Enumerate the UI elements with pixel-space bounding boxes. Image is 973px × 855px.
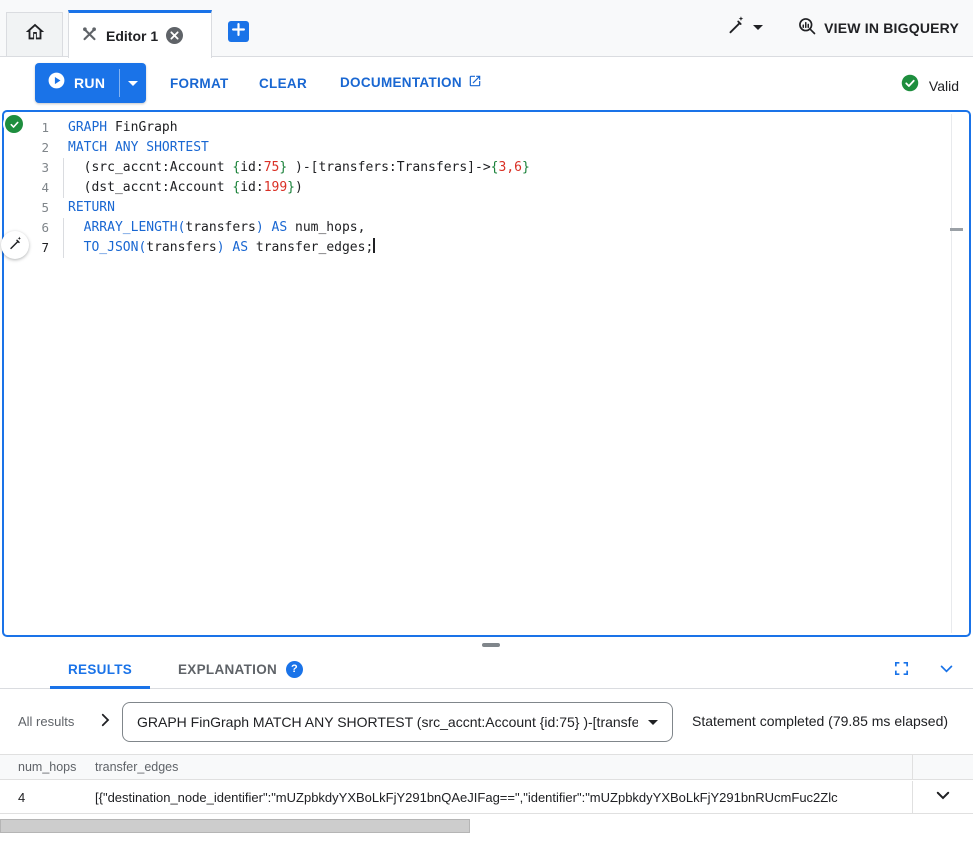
format-button[interactable]: FORMAT	[170, 76, 229, 91]
tab-editor-label: Editor 1	[106, 28, 158, 44]
documentation-label: DOCUMENTATION	[340, 75, 462, 90]
chevron-down-icon	[938, 660, 955, 680]
query-valid-check-icon	[3, 113, 25, 135]
all-results-label: All results	[18, 714, 74, 729]
spanner-studio-app: Editor 1	[0, 0, 973, 855]
home-tab-button[interactable]	[6, 12, 63, 57]
open-in-new-icon	[468, 74, 482, 91]
code-line[interactable]: TO_JSON(transfers) AS transfer_edges;	[62, 238, 969, 258]
home-icon	[24, 21, 46, 48]
results-toolbar: All results GRAPH FinGraph MATCH ANY SHO…	[0, 689, 973, 755]
gemini-edit-button[interactable]	[1, 231, 29, 259]
fullscreen-button[interactable]	[891, 658, 912, 682]
tab-explanation-label: EXPLANATION	[178, 662, 277, 677]
column-header-transfer-edges: transfer_edges	[95, 760, 912, 774]
editor-scrollbar[interactable]	[951, 114, 952, 633]
valid-label: Valid	[929, 78, 959, 94]
cell-num-hops: 4	[0, 790, 95, 805]
help-icon[interactable]: ?	[286, 661, 303, 678]
editor-toolbar: RUN FORMAT CLEAR DOCUMENTATION Valid	[0, 58, 973, 110]
query-insights-icon	[797, 16, 817, 39]
code-line[interactable]: RETURN	[62, 198, 969, 218]
results-panel-actions	[891, 658, 957, 682]
statement-status-text: Statement completed (79.85 ms elapsed)	[692, 713, 948, 729]
cell-transfer-edges: [{"destination_node_identifier":"mUZpbkd…	[95, 790, 912, 805]
tab-explanation[interactable]: EXPLANATION ?	[160, 650, 321, 688]
magic-wand-icon	[7, 235, 23, 256]
code-editor[interactable]: 1234567 GRAPH FinGraphMATCH ANY SHORTEST…	[2, 110, 971, 637]
chevron-down-icon	[648, 720, 658, 725]
run-options-dropdown[interactable]	[120, 63, 146, 103]
code-line[interactable]: (dst_accnt:Account {id:199})	[62, 178, 969, 198]
code-line[interactable]: GRAPH FinGraph	[62, 118, 969, 138]
collapse-panel-button[interactable]	[936, 658, 957, 682]
tab-results-label: RESULTS	[68, 662, 132, 677]
run-button[interactable]: RUN	[35, 63, 146, 103]
check-circle-icon	[901, 74, 919, 97]
chevron-down-icon	[753, 25, 763, 30]
gemini-assist-menu[interactable]	[724, 14, 763, 41]
tabstrip-actions: VIEW IN BIGQUERY	[724, 14, 959, 41]
expand-row-button[interactable]	[912, 781, 973, 813]
chevron-right-icon[interactable]	[96, 711, 114, 734]
code-line[interactable]: (src_accnt:Account {id:75} )-[transfers:…	[62, 158, 969, 178]
horizontal-scrollbar[interactable]	[0, 818, 973, 834]
view-in-bigquery-label: VIEW IN BIGQUERY	[824, 20, 959, 36]
line-number: 3	[4, 158, 62, 178]
results-tabbar: RESULTS EXPLANATION ?	[0, 650, 973, 689]
statement-select-dropdown[interactable]: GRAPH FinGraph MATCH ANY SHORTEST (src_a…	[122, 702, 673, 742]
play-icon	[47, 71, 66, 95]
run-label: RUN	[74, 75, 105, 91]
view-in-bigquery-button[interactable]: VIEW IN BIGQUERY	[797, 16, 959, 39]
tab-editor-1[interactable]: Editor 1	[68, 10, 212, 58]
close-tab-icon[interactable]	[166, 27, 183, 44]
code-line[interactable]: MATCH ANY SHORTEST	[62, 138, 969, 158]
validation-status: Valid	[901, 74, 959, 97]
chevron-down-icon	[128, 81, 138, 86]
column-header-num-hops: num_hops	[0, 760, 95, 774]
table-row[interactable]: 4 [{"destination_node_identifier":"mUZpb…	[0, 781, 973, 814]
line-number: 5	[4, 198, 62, 218]
editor-scrollbar-marker	[950, 228, 963, 231]
tab-strip: Editor 1	[0, 0, 973, 57]
fullscreen-icon	[893, 660, 910, 680]
header-end-cell	[912, 755, 973, 779]
code-line[interactable]: ARRAY_LENGTH(transfers) AS num_hops,	[62, 218, 969, 238]
line-number: 2	[4, 138, 62, 158]
text-cursor	[373, 238, 375, 253]
code-lines[interactable]: GRAPH FinGraphMATCH ANY SHORTEST (src_ac…	[62, 112, 969, 635]
drag-handle[interactable]	[482, 643, 500, 647]
construction-icon	[81, 25, 98, 47]
scrollbar-thumb[interactable]	[0, 819, 470, 833]
magic-wand-icon	[724, 14, 746, 41]
gutter-numbers: 1234567	[4, 112, 62, 635]
chevron-down-icon	[934, 786, 952, 809]
results-table-header: num_hops transfer_edges	[0, 755, 973, 780]
plus-icon	[232, 23, 245, 41]
clear-button[interactable]: CLEAR	[259, 76, 307, 91]
statement-select-value: GRAPH FinGraph MATCH ANY SHORTEST (src_a…	[137, 714, 638, 730]
add-tab-button[interactable]	[228, 21, 249, 42]
run-button-main[interactable]: RUN	[35, 63, 119, 103]
panel-splitter[interactable]	[0, 637, 973, 650]
tab-results[interactable]: RESULTS	[50, 650, 150, 688]
line-number: 4	[4, 178, 62, 198]
documentation-button[interactable]: DOCUMENTATION	[340, 74, 482, 91]
